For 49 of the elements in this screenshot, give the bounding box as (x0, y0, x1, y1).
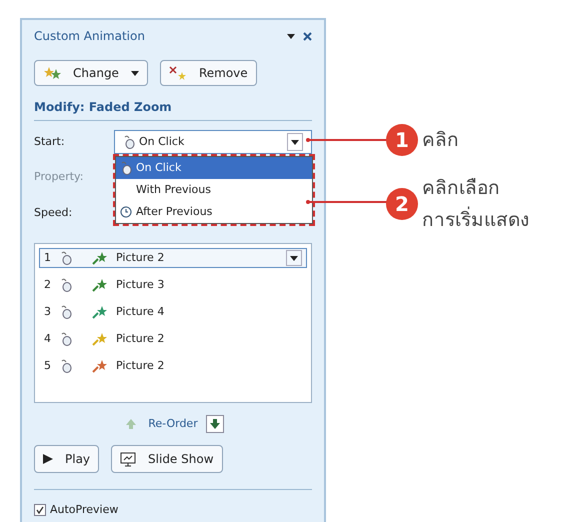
start-option[interactable]: After Previous (116, 201, 312, 223)
callout-text: คลิกเลือก (422, 176, 501, 201)
remove-icon (168, 66, 187, 80)
stars-icon (43, 66, 61, 80)
start-label: Start: (34, 134, 66, 150)
slide-show-button[interactable]: Slide Show (111, 445, 223, 473)
effect-item[interactable]: 3 Picture 4 (39, 302, 307, 322)
start-option[interactable]: With Previous (116, 179, 312, 201)
caret-icon (130, 70, 139, 76)
clock-icon (120, 206, 132, 218)
autopreview-checkbox[interactable] (34, 504, 46, 516)
remove-button[interactable]: Remove (160, 60, 257, 86)
callout-number-badge: 1 (386, 124, 418, 156)
effect-item[interactable]: 2 Picture 3 (39, 275, 307, 295)
reorder-label: Re-Order (148, 416, 198, 432)
close-button[interactable] (303, 32, 312, 40)
mouse-icon (60, 332, 72, 346)
mouse-icon (60, 251, 72, 265)
start-option[interactable]: On Click (116, 157, 312, 179)
caret-icon (291, 140, 299, 144)
effect-item[interactable]: 4 Picture 2 (39, 329, 307, 349)
up-arrow-icon (126, 419, 136, 429)
change-button[interactable]: Change (34, 60, 148, 86)
caret-icon (287, 34, 295, 38)
caret-icon (290, 256, 298, 260)
mouse-icon (123, 135, 135, 149)
pane-title: Custom Animation (34, 28, 145, 45)
callout-number-badge: 2 (386, 188, 418, 220)
property-label: Property: (34, 168, 84, 185)
start-dropdown[interactable]: On Click (114, 130, 312, 154)
mouse-icon (60, 305, 72, 319)
down-arrow-icon (210, 419, 220, 429)
pane-menu-button[interactable] (287, 34, 295, 38)
effect-item[interactable]: 5 Picture 2 (39, 356, 307, 376)
check-icon (36, 506, 44, 514)
mouse-icon (60, 359, 72, 373)
close-icon (303, 32, 312, 40)
modify-heading: Modify: Faded Zoom (34, 98, 312, 121)
play-icon (43, 454, 53, 464)
screen-icon (120, 452, 136, 466)
speed-label: Speed: (34, 204, 72, 221)
callout-text: คลิก (422, 128, 459, 153)
mouse-icon (120, 161, 132, 175)
autopreview-label: AutoPreview (50, 502, 118, 518)
play-button[interactable]: Play (34, 445, 100, 473)
effect-item[interactable]: 1 Picture 2 (39, 248, 307, 268)
callout-text: การเริ่มแสดง (422, 204, 529, 236)
move-down-button[interactable] (206, 415, 224, 433)
mouse-icon (60, 278, 72, 292)
